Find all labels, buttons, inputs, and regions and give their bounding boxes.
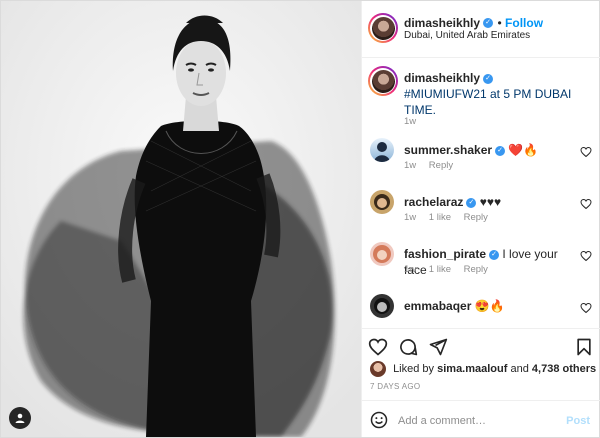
comment-icon[interactable] — [398, 337, 418, 357]
instagram-post-modal: dimasheikhly ✓ • Follow Dubai, United Ara… — [0, 0, 600, 438]
follow-button[interactable]: Follow — [505, 16, 543, 30]
comment-time: 1w — [404, 264, 417, 275]
verified-icon: ✓ — [489, 249, 500, 260]
post-photo[interactable] — [1, 1, 361, 437]
author-username[interactable]: dimasheikhly — [404, 16, 480, 30]
post-button[interactable]: Post — [566, 415, 590, 427]
bookmark-icon[interactable] — [574, 337, 594, 357]
comments-list: dimasheikhly ✓ #MIUMIUFW21 at 5 PM DUBAI … — [362, 58, 600, 328]
liker-username[interactable]: sima.maalouf — [437, 363, 507, 375]
commenter-username[interactable]: rachelaraz — [404, 195, 463, 209]
comment-text: ♥♥♥ — [479, 195, 502, 209]
liker-avatar[interactable] — [370, 361, 386, 377]
commenter-username[interactable]: fashion_pirate — [404, 247, 486, 261]
verified-icon: ✓ — [483, 73, 494, 84]
like-heart-icon[interactable] — [368, 337, 388, 357]
comment-item: fashion_pirate ✓ I love your face 1w 1 li… — [370, 242, 594, 282]
comment-time: 1w — [404, 160, 417, 171]
comment-item: summer.shaker ✓ ❤️🔥 1w Reply — [370, 138, 594, 178]
comment-likes[interactable]: 1 like — [429, 264, 451, 275]
verified-icon: ✓ — [483, 17, 494, 28]
caption-avatar[interactable] — [368, 66, 398, 96]
commenter-avatar[interactable] — [370, 294, 394, 318]
heart-icon[interactable] — [580, 302, 592, 314]
reply-button[interactable]: Reply — [464, 264, 488, 275]
verified-icon: ✓ — [466, 197, 477, 208]
commenter-avatar[interactable] — [370, 242, 394, 266]
action-bar — [362, 328, 600, 363]
commenter-username[interactable]: summer.shaker — [404, 143, 492, 157]
heart-icon[interactable] — [580, 146, 592, 158]
comment-input[interactable]: Add a comment… — [398, 415, 486, 427]
comment-text: 😍🔥 — [474, 299, 505, 313]
verified-icon: ✓ — [495, 145, 506, 156]
commenter-username[interactable]: emmabaqer — [404, 299, 471, 313]
photo-illustration — [1, 1, 361, 437]
commenter-avatar[interactable] — [370, 190, 394, 214]
post-header: dimasheikhly ✓ • Follow Dubai, United Ara… — [362, 1, 600, 58]
share-icon[interactable] — [428, 337, 448, 357]
heart-icon[interactable] — [580, 198, 592, 210]
post-side-panel: dimasheikhly ✓ • Follow Dubai, United Ara… — [361, 1, 600, 437]
comment-likes[interactable]: 1 like — [429, 212, 451, 223]
likes-count-link[interactable]: 4,738 others — [532, 363, 596, 375]
comment-item: rachelaraz ✓ ♥♥♥ 1w 1 like Reply — [370, 190, 594, 230]
author-avatar[interactable] — [368, 13, 398, 43]
comment-text: ❤️🔥 — [508, 143, 539, 157]
add-comment-bar: Add a comment… Post — [362, 400, 600, 438]
caption-username[interactable]: dimasheikhly — [404, 71, 480, 85]
comment-item: emmabaqer 😍🔥 — [370, 294, 594, 328]
heart-icon[interactable] — [580, 250, 592, 262]
user-tag-icon[interactable] — [9, 407, 31, 429]
reply-button[interactable]: Reply — [429, 160, 453, 171]
post-date[interactable]: 7 DAYS AGO — [370, 382, 420, 391]
comment-time: 1w — [404, 212, 417, 223]
likes-summary: Liked by sima.maalouf and 4,738 others — [370, 361, 596, 377]
reply-button[interactable]: Reply — [464, 212, 488, 223]
commenter-avatar[interactable] — [370, 138, 394, 162]
emoji-icon[interactable] — [370, 411, 388, 429]
location-link[interactable]: Dubai, United Arab Emirates — [404, 30, 530, 41]
caption: dimasheikhly ✓ #MIUMIUFW21 at 5 PM DUBAI … — [368, 66, 594, 127]
caption-time: 1w — [404, 116, 417, 127]
caption-text[interactable]: #MIUMIUFW21 at 5 PM DUBAI TIME. — [404, 87, 571, 117]
separator-dot: • — [497, 16, 506, 30]
